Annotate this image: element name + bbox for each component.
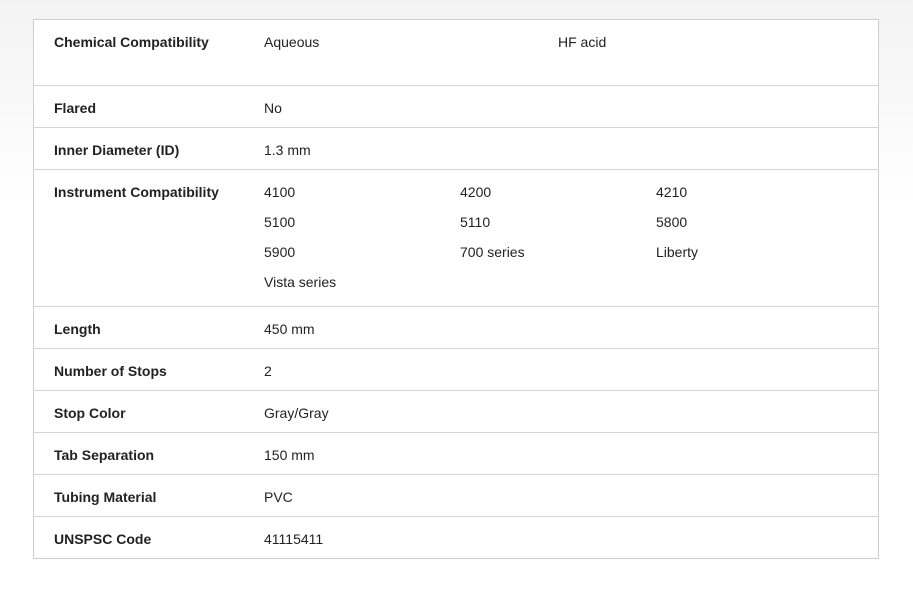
spec-row-flared: Flared No — [34, 85, 878, 127]
spec-value: 5110 — [460, 214, 491, 230]
spec-value: Liberty — [656, 244, 699, 260]
spec-value: 4100 — [264, 184, 296, 200]
spec-label: UNSPSC Code — [54, 531, 152, 547]
spec-value: 4210 — [656, 184, 688, 200]
specifications-table: Chemical Compatibility Aqueous HF acid F… — [33, 19, 879, 559]
spec-value: Vista series — [264, 274, 337, 290]
spec-row-unspsc-code: UNSPSC Code 41115411 — [34, 516, 878, 558]
spec-label: Number of Stops — [54, 363, 167, 379]
spec-value: Gray/Gray — [264, 405, 329, 421]
spec-row-instrument-compatibility: Instrument Compatibility 4100 4200 4210 … — [34, 169, 878, 306]
spec-value: 450 mm — [264, 321, 315, 337]
spec-value: 5800 — [656, 214, 688, 230]
spec-value: 1.3 mm — [264, 142, 311, 158]
spec-label: Tab Separation — [54, 447, 155, 463]
spec-label: Chemical Compatibility — [54, 34, 209, 50]
spec-value: Aqueous — [264, 34, 320, 50]
spec-value: PVC — [264, 489, 293, 505]
spec-label: Stop Color — [54, 405, 126, 421]
spec-row-inner-diameter: Inner Diameter (ID) 1.3 mm — [34, 127, 878, 169]
spec-value: HF acid — [558, 34, 607, 50]
spec-value: 41115411 — [264, 531, 324, 547]
spec-value: 150 mm — [264, 447, 315, 463]
spec-value: 5100 — [264, 214, 296, 230]
spec-row-stop-color: Stop Color Gray/Gray — [34, 390, 878, 432]
spec-label: Inner Diameter (ID) — [54, 142, 180, 158]
spec-value: No — [264, 100, 282, 116]
spec-value: 2 — [264, 363, 272, 379]
spec-row-chemical-compatibility: Chemical Compatibility Aqueous HF acid — [34, 20, 878, 85]
spec-value: 4200 — [460, 184, 492, 200]
spec-label: Instrument Compatibility — [54, 184, 219, 200]
spec-row-tab-separation: Tab Separation 150 mm — [34, 432, 878, 474]
spec-row-tubing-material: Tubing Material PVC — [34, 474, 878, 516]
spec-label: Length — [54, 321, 101, 337]
spec-label: Tubing Material — [54, 489, 157, 505]
spec-row-number-of-stops: Number of Stops 2 — [34, 348, 878, 390]
spec-label: Flared — [54, 100, 97, 116]
spec-value: 700 series — [460, 244, 525, 260]
spec-row-length: Length 450 mm — [34, 306, 878, 348]
spec-value: 5900 — [264, 244, 296, 260]
